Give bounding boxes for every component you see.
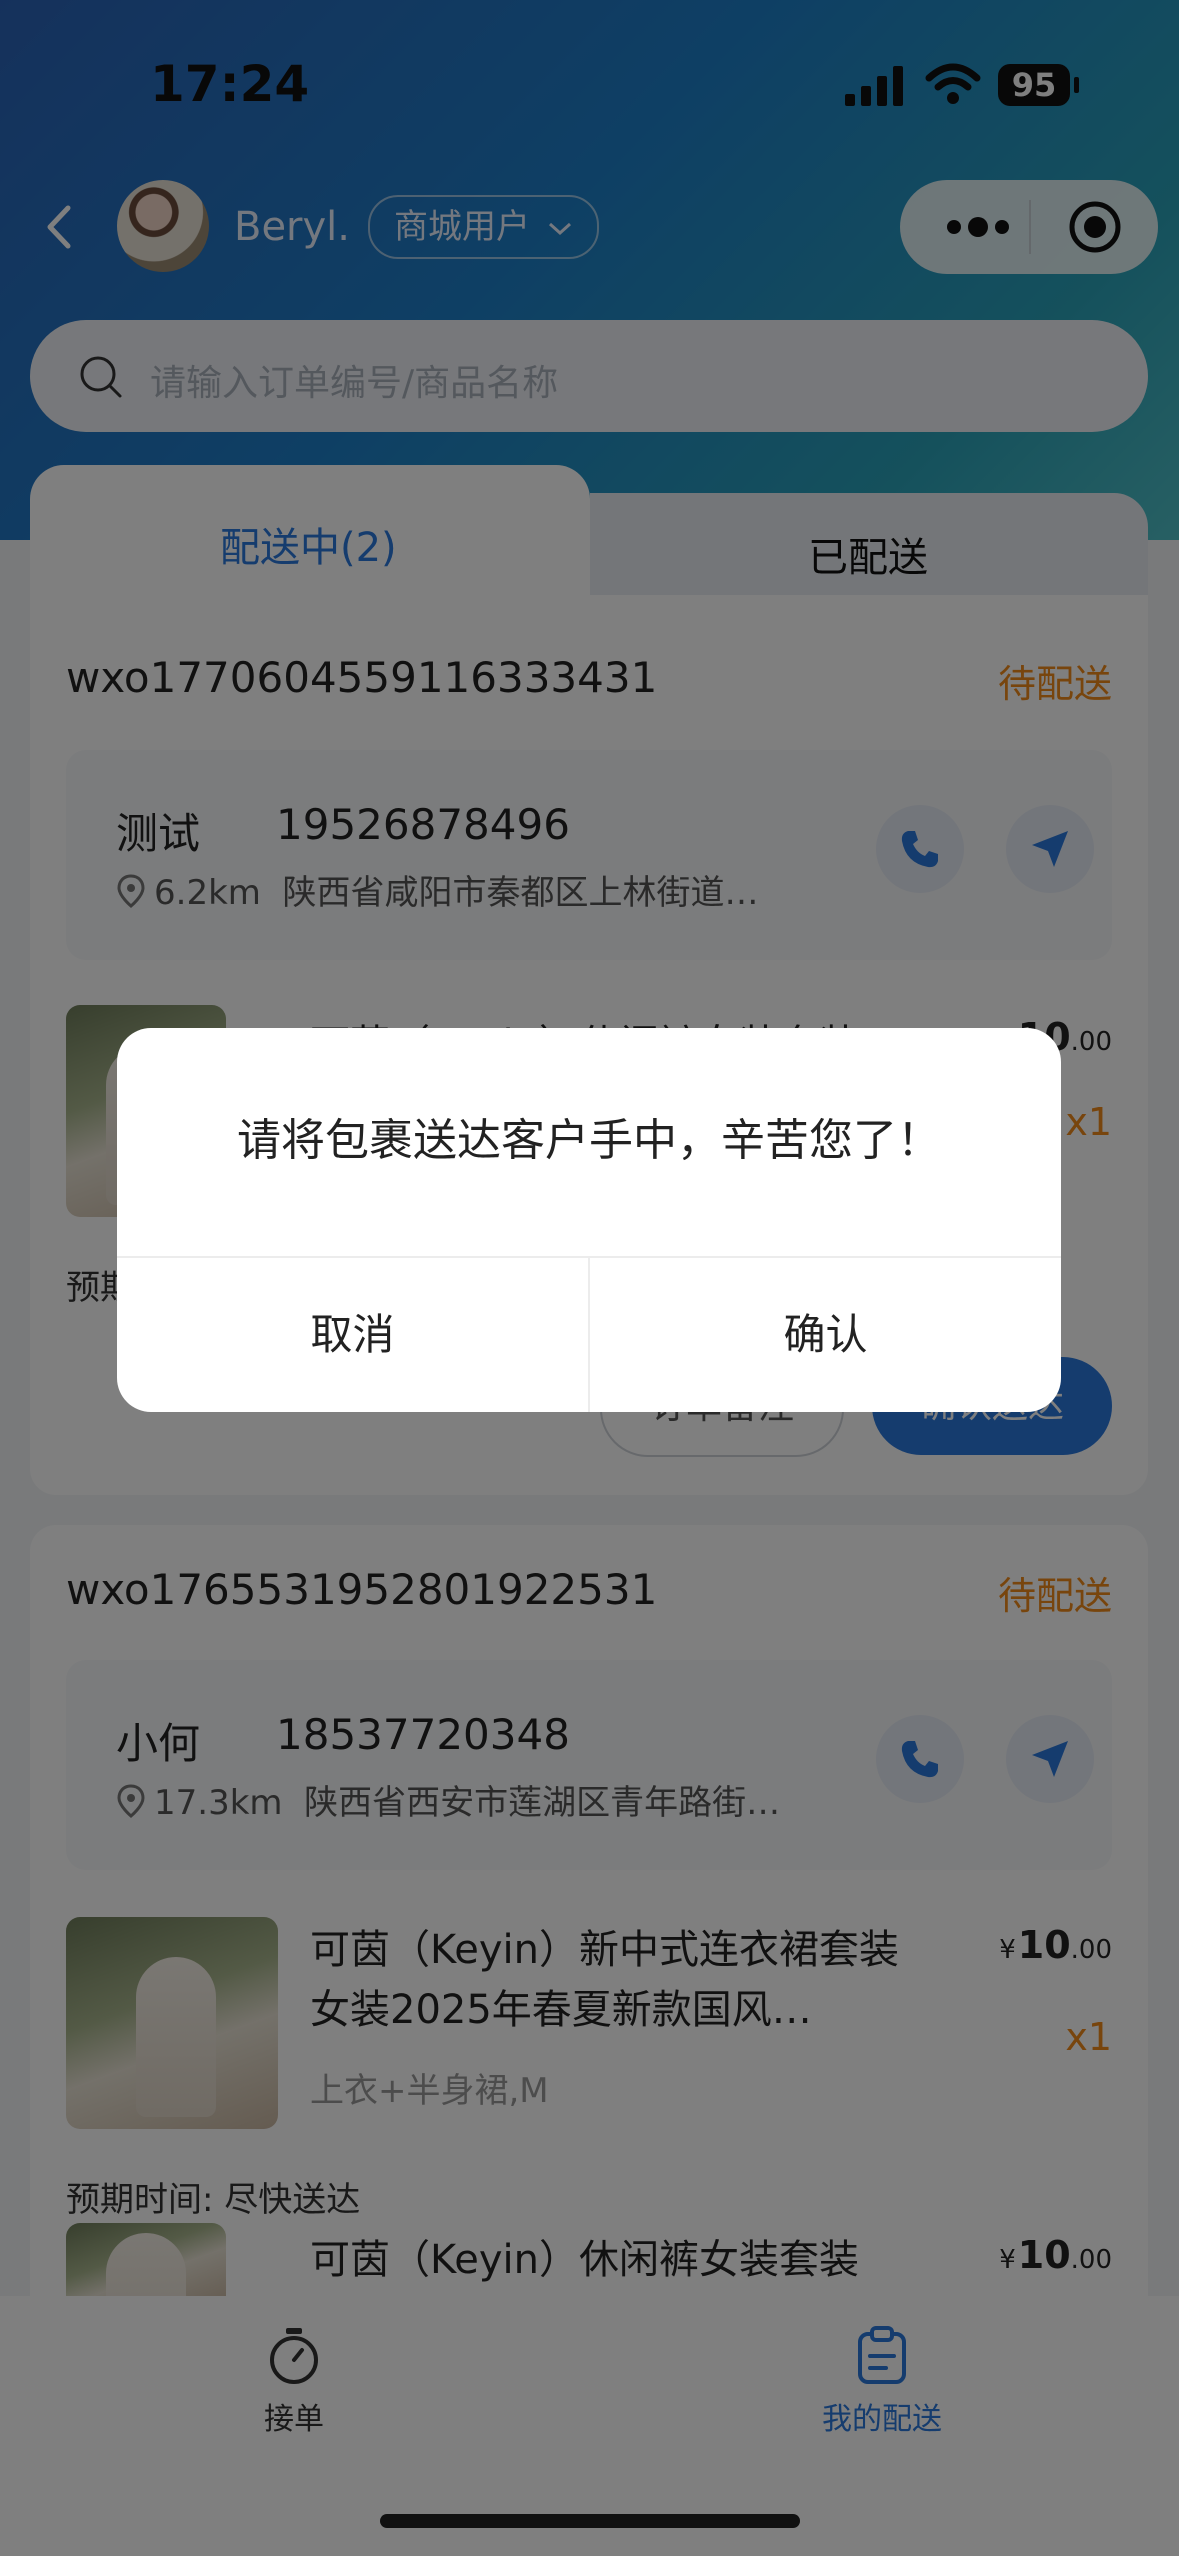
- dialog-confirm-button[interactable]: 确认: [590, 1258, 1061, 1412]
- confirm-dialog: 请将包裹送达客户手中，辛苦您了！ 取消 确认: [117, 1028, 1061, 1412]
- dialog-cancel-button[interactable]: 取消: [117, 1258, 588, 1412]
- dialog-message: 请将包裹送达客户手中，辛苦您了！: [237, 1115, 941, 1166]
- home-indicator: [380, 2514, 800, 2528]
